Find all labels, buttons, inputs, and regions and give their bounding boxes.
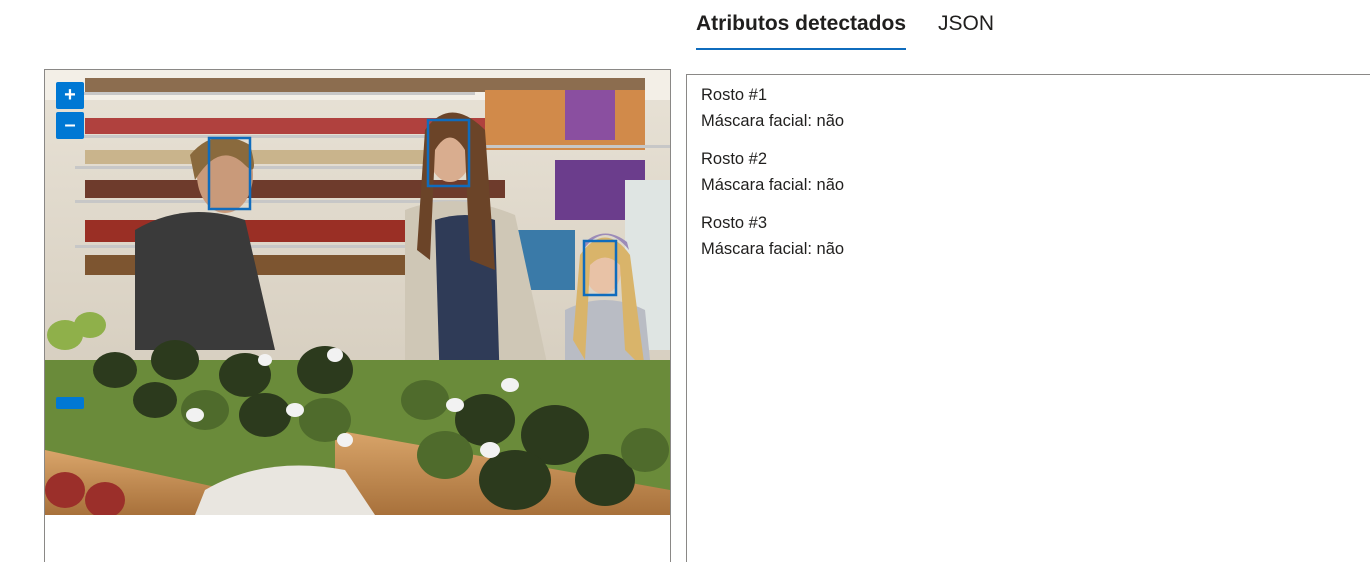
result-tabs: Atributos detectados JSON	[696, 0, 1026, 50]
face-mask-attribute: Máscara facial: não	[701, 240, 845, 258]
face-mask-attribute: Máscara facial: não	[701, 112, 845, 130]
detected-attributes-panel: Rosto #1 Máscara facial: não Rosto #2 Má…	[686, 74, 1370, 562]
image-viewer: + –	[44, 69, 671, 562]
face-title: Rosto #3	[701, 214, 768, 232]
zoom-slider-handle[interactable]	[56, 397, 84, 409]
face-result-2: Rosto #2 Máscara facial: não	[701, 146, 1370, 198]
tab-detected-attributes[interactable]: Atributos detectados	[696, 0, 907, 50]
tab-json[interactable]: JSON	[938, 0, 994, 50]
face-mask-attribute: Máscara facial: não	[701, 176, 845, 194]
face-title: Rosto #1	[701, 86, 768, 104]
face-detection-page: Atributos detectados JSON + – Rosto #1 M…	[0, 0, 1370, 562]
grocery-store-photo	[45, 70, 670, 515]
face-result-1: Rosto #1 Máscara facial: não	[701, 82, 1370, 134]
zoom-out-button[interactable]: –	[56, 112, 84, 139]
face-result-3: Rosto #3 Máscara facial: não	[701, 210, 1370, 262]
face-title: Rosto #2	[701, 150, 768, 168]
zoom-in-button[interactable]: +	[56, 82, 84, 109]
